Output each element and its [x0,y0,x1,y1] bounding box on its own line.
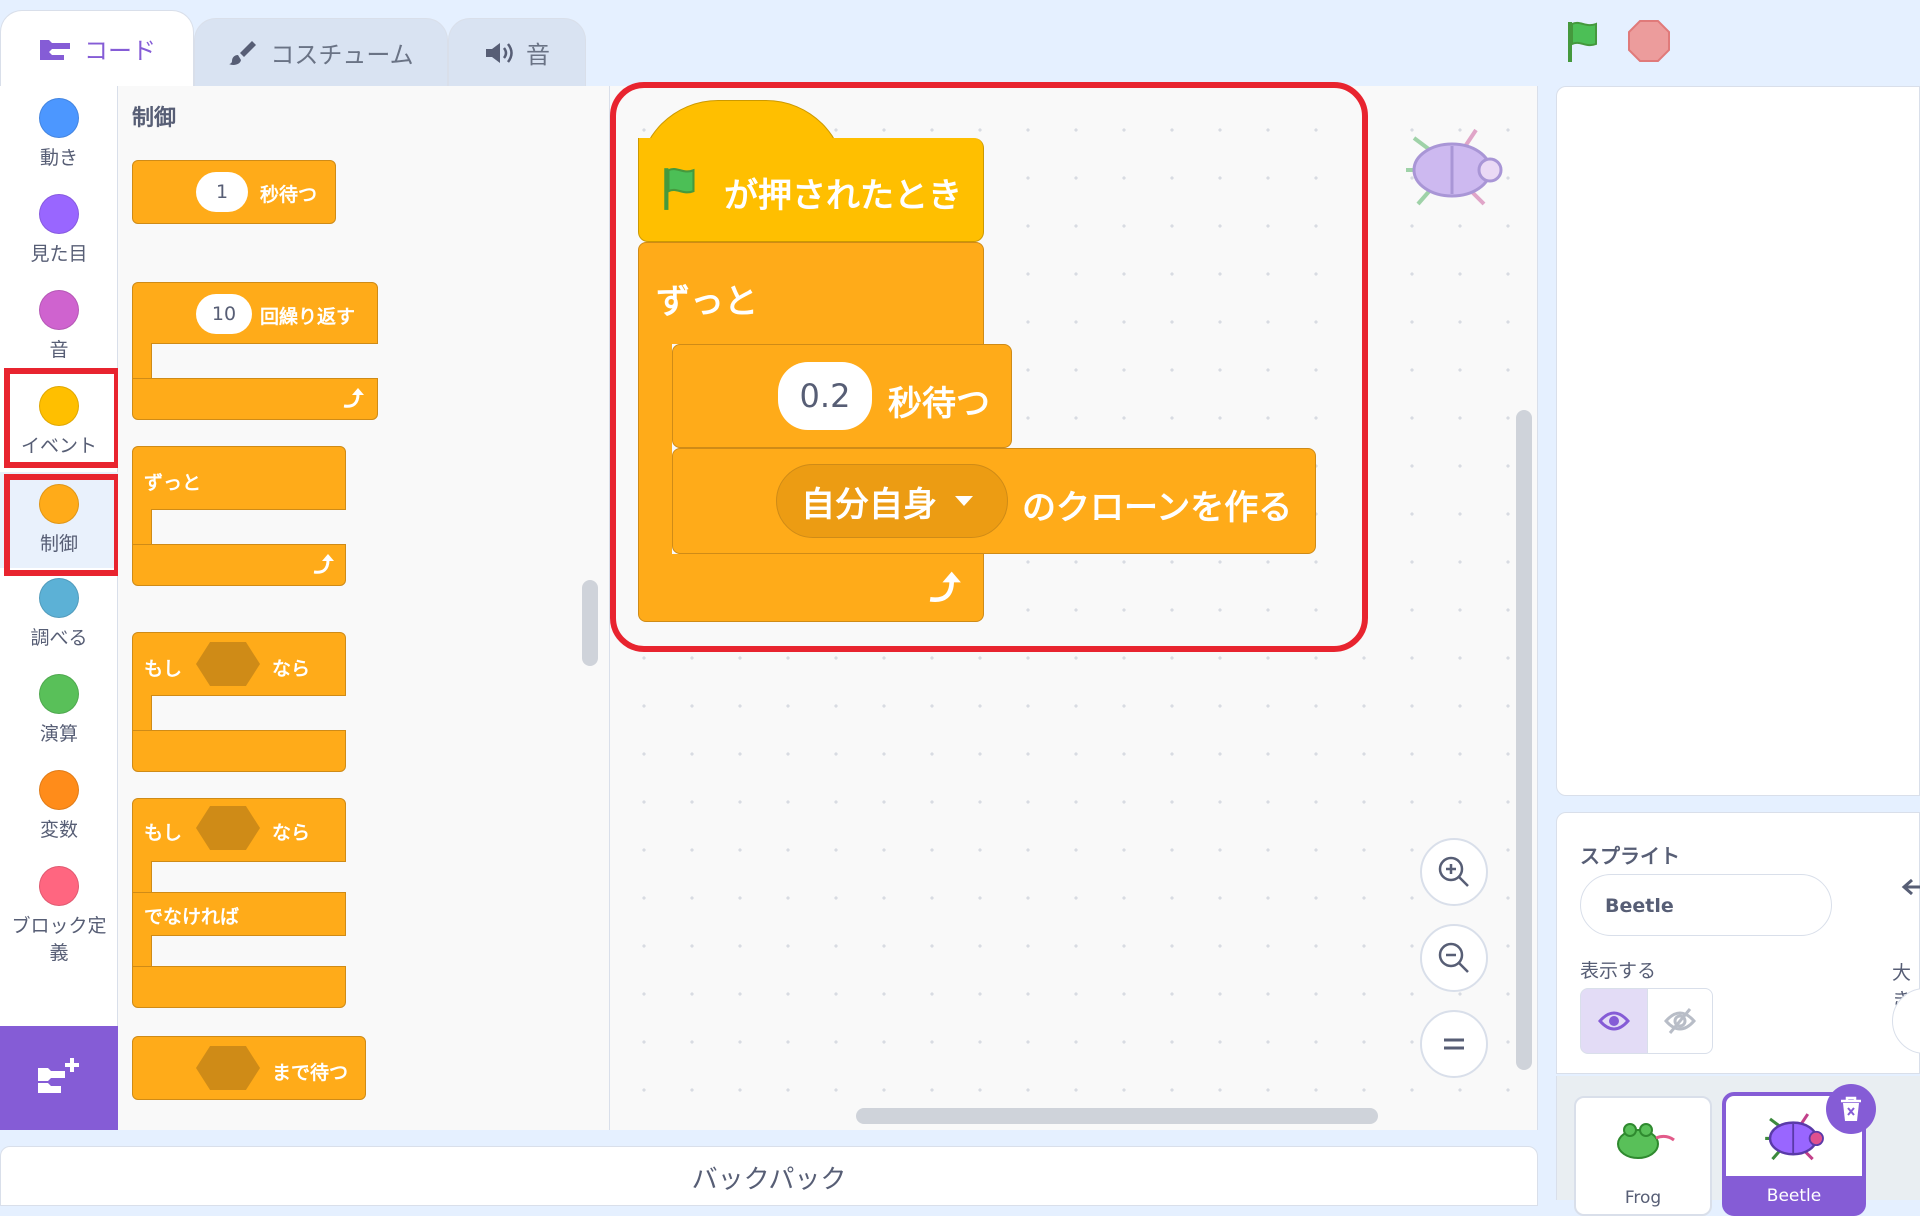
sprite-thumb-label: Frog [1624,1188,1662,1208]
code-icon [40,39,70,60]
my-blocks-color-dot [39,866,79,906]
repeat-label: 回繰り返す [260,306,356,328]
sprite-thumb-frog[interactable]: Frog [1574,1096,1712,1216]
loop-arrow-icon [343,388,364,408]
hide-sprite-button[interactable] [1647,988,1713,1054]
green-flag-button[interactable] [1562,18,1608,64]
tab-code-label: コード [84,37,156,65]
speaker-icon [486,42,513,63]
category-label: 変数 [39,819,78,841]
show-label: 表示する [1580,960,1657,982]
motion-color-dot [39,98,79,138]
sprite-beetle-preview [1406,128,1503,206]
eye-off-icon [1664,1008,1696,1034]
add-extension-button[interactable] [0,1026,118,1130]
workspace-horizontal-scrollbar[interactable] [856,1108,1378,1124]
category-label: 演算 [39,723,78,745]
workspace-vertical-scrollbar[interactable] [1516,410,1532,1070]
sensing-color-dot [39,578,79,618]
tab-sounds[interactable]: 音 [448,18,586,86]
category-my-blocks[interactable]: ブロック定 義 [0,854,118,974]
stop-icon [1628,20,1670,62]
if-else-arm-top [132,861,152,893]
category-variables[interactable]: 変数 [0,758,118,854]
if-else-foot [132,966,346,1008]
repeat-block-arm [132,343,152,379]
zoom-out-icon [1438,942,1469,973]
backpack-label: バックパック [691,1165,847,1195]
stop-button[interactable] [1626,18,1672,64]
if-else-arm-bottom [132,935,152,967]
highlight-control [4,474,120,576]
tab-costumes-label: コスチューム [270,41,414,69]
palette-scrollbar[interactable] [582,580,598,666]
repeat-count-value: 10 [211,303,237,325]
tab-costumes[interactable]: コスチューム [194,18,448,86]
stage-canvas[interactable] [1556,86,1920,796]
category-sensing[interactable]: 調べる [0,566,118,662]
zoom-reset-button[interactable] [1420,1010,1488,1078]
trash-icon [1841,1096,1861,1121]
category-sound[interactable]: 音 [0,278,118,374]
highlight-events [4,368,120,468]
tab-code[interactable]: コード [0,10,194,86]
operators-color-dot [39,674,79,714]
delete-sprite-button[interactable] [1826,1084,1876,1134]
category-operators[interactable]: 演算 [0,662,118,758]
wait-seconds-value: 1 [215,181,229,203]
x-arrows-icon [1901,878,1920,896]
sprite-name-value: Beetle [1605,895,1674,917]
sprite-panel-title: スプライト [1580,844,1680,868]
extension-icon [38,1058,79,1093]
then-label: なら [272,822,311,844]
category-label: 音 [49,339,69,361]
category-looks[interactable]: 見た目 [0,182,118,278]
variables-color-dot [39,770,79,810]
category-label: ブロック定 [11,915,107,937]
forever-label: ずっと [144,472,202,494]
sprite-name-input[interactable]: Beetle [1580,874,1832,936]
highlight-script [610,82,1368,652]
zoom-in-button[interactable] [1420,838,1488,906]
palette-section-title: 制御 [132,106,177,131]
wait-seconds-input[interactable]: 1 [196,172,248,212]
if-label: もし [144,822,183,844]
zoom-in-icon [1438,856,1469,887]
sprite-thumb-label: Beetle [1766,1186,1822,1206]
category-label: 調べる [30,627,88,649]
category-label: 動き [39,147,78,169]
sound-color-dot [39,290,79,330]
looks-color-dot [39,194,79,234]
tab-sounds-label: 音 [526,41,550,69]
then-label: なら [272,658,311,680]
green-flag-icon [1568,21,1597,62]
if-label: もし [144,658,183,680]
wait-until-label: まで待つ [272,1062,349,1084]
forever-block-arm [132,509,152,545]
zoom-out-button[interactable] [1420,924,1488,992]
show-sprite-button[interactable] [1580,988,1648,1054]
frog-icon [1617,1123,1675,1159]
category-motion[interactable]: 動き [0,86,118,182]
loop-arrow-icon [313,554,334,574]
category-label: 見た目 [30,243,88,265]
brush-icon [229,40,257,65]
repeat-count-input[interactable]: 10 [196,294,252,334]
backpack-panel[interactable]: バックパック [0,1146,1538,1206]
wait-label: 秒待つ [260,184,318,206]
category-label-line2: 義 [49,942,69,964]
else-label: でなければ [144,906,240,928]
if-block-foot [132,730,346,772]
beetle-icon [1765,1113,1824,1161]
equals-icon [1444,1038,1464,1050]
eye-icon [1598,1011,1630,1031]
if-block-arm [132,695,152,731]
